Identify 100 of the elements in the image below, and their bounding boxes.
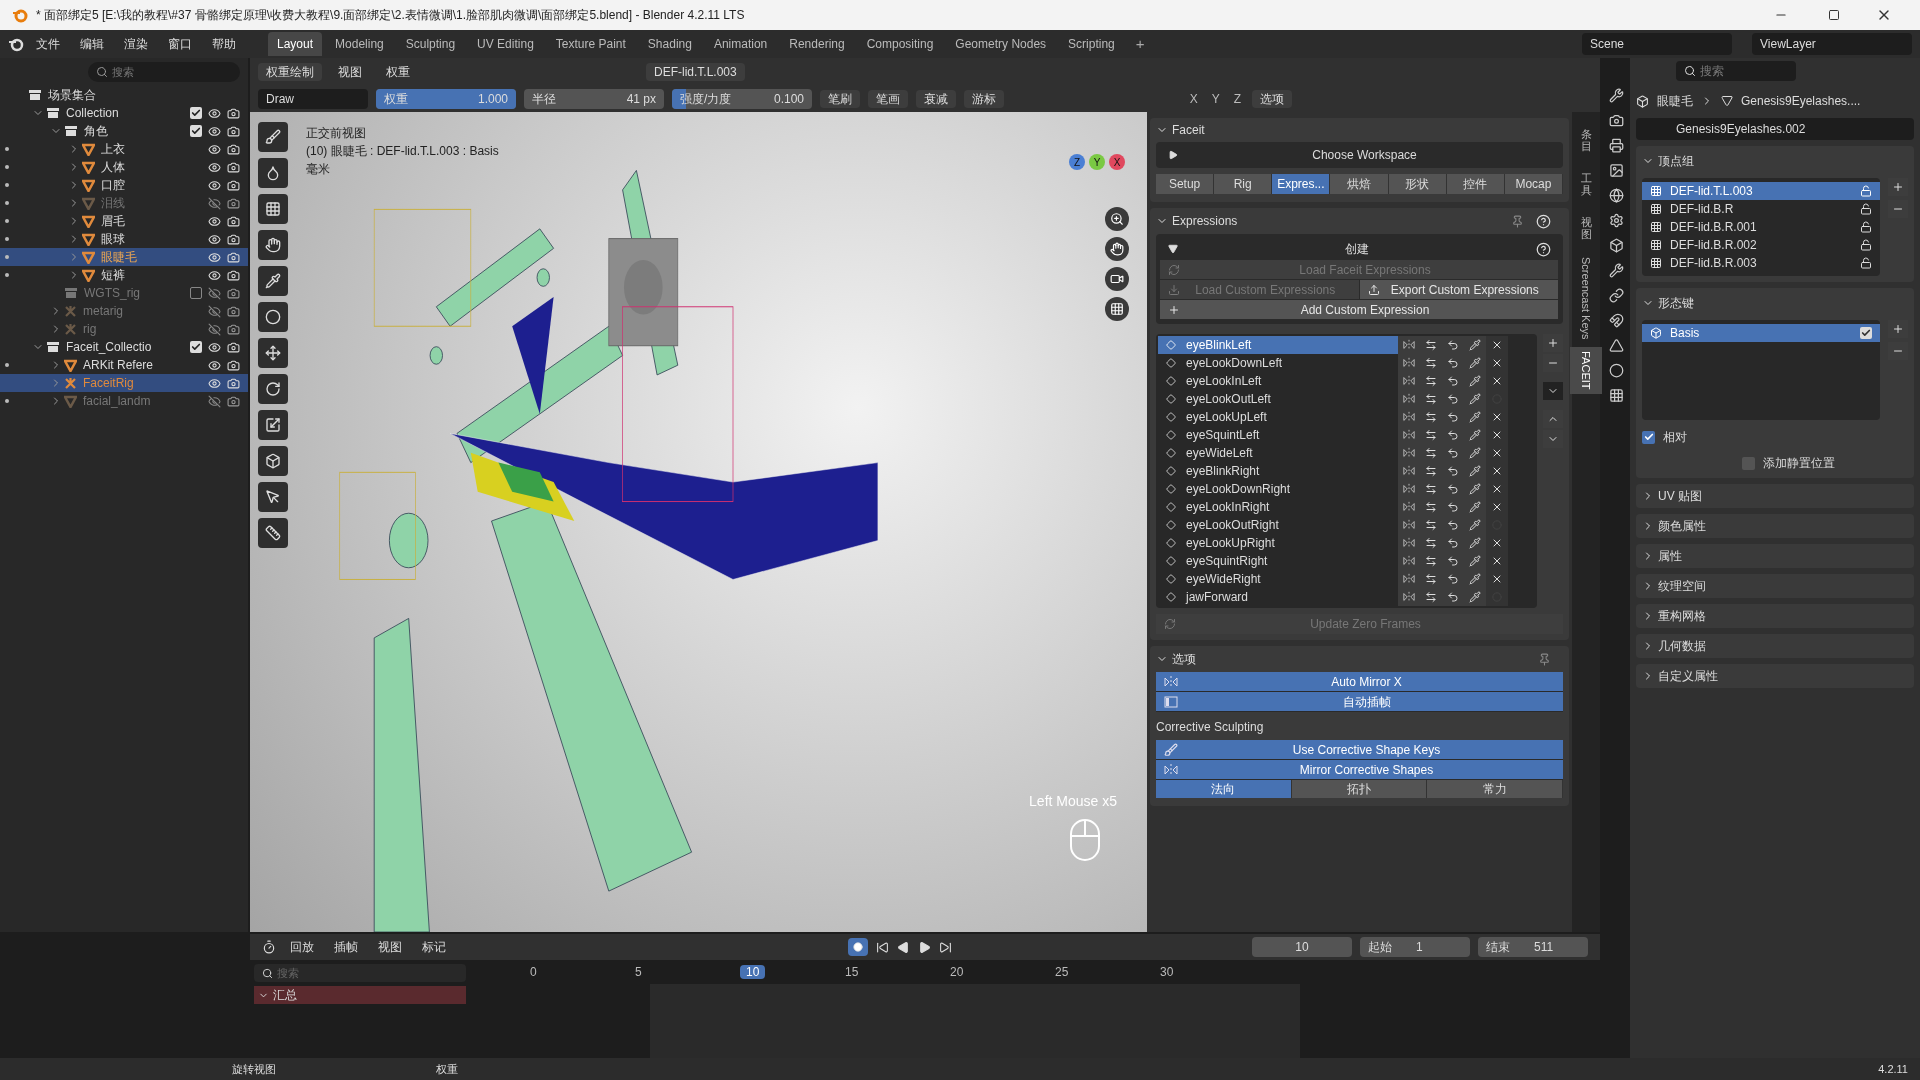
printer-icon[interactable]	[1608, 138, 1624, 153]
camera-icon[interactable]	[227, 268, 240, 282]
menu-dropdown[interactable]: 笔刷	[820, 90, 860, 108]
sidebar-tab[interactable]: 视图	[1577, 208, 1595, 249]
breadcrumb-item[interactable]: 眼睫毛	[1657, 92, 1693, 110]
choose-workspace-button[interactable]: Choose Workspace	[1156, 142, 1563, 168]
workspace-tab[interactable]: Rendering	[780, 32, 854, 56]
mode-tab[interactable]: 拓扑	[1291, 780, 1428, 798]
mode-tab[interactable]: 法向	[1156, 780, 1292, 798]
panel-title[interactable]: 形态键	[1658, 294, 1694, 312]
play-icon[interactable]	[918, 940, 931, 954]
remove-icon[interactable]	[1491, 501, 1503, 513]
panel-title[interactable]: Faceit	[1172, 121, 1205, 139]
checkbox-label[interactable]: 相对	[1663, 428, 1687, 446]
collapsed-panel-header[interactable]: 颜色属性	[1636, 514, 1914, 538]
value-field[interactable]: 半径 41 px	[524, 89, 664, 109]
remove-icon[interactable]	[1491, 465, 1503, 477]
expression-list-item[interactable]: eyeSquintRight	[1158, 552, 1398, 570]
eye-icon[interactable]	[208, 250, 221, 264]
view-layer-selector[interactable]: ViewLayer	[1752, 33, 1912, 55]
axis-toggle[interactable]: Z	[1230, 90, 1244, 108]
workspace-tab[interactable]: Mocap	[1504, 174, 1563, 194]
start-frame-field[interactable]: 起始 1	[1360, 937, 1470, 957]
outliner-label[interactable]: 眼睫毛	[101, 248, 208, 266]
panel-title[interactable]: 顶点组	[1658, 152, 1694, 170]
help-icon[interactable]	[1536, 213, 1551, 229]
menu-item[interactable]: 文件	[28, 35, 68, 53]
nav-button[interactable]	[1105, 207, 1129, 231]
eye-icon[interactable]	[208, 214, 221, 228]
workspace-tab[interactable]: 控件	[1446, 174, 1505, 194]
options-dropdown[interactable]: 选项	[1252, 90, 1292, 108]
dropdown-button[interactable]	[1543, 382, 1563, 400]
eye-closed-icon[interactable]	[208, 394, 221, 408]
outliner-label[interactable]: 眼球	[101, 230, 208, 248]
outliner-row[interactable]: Collection	[0, 104, 248, 122]
workspace-tab[interactable]: 形状	[1388, 174, 1447, 194]
camera-icon[interactable]	[227, 178, 240, 192]
remove-icon[interactable]	[1491, 429, 1503, 441]
eye-icon[interactable]	[208, 376, 221, 390]
tool-button[interactable]	[258, 374, 288, 404]
camera-icon[interactable]	[227, 106, 240, 120]
pin-icon[interactable]	[1538, 652, 1551, 666]
vertex-group-item[interactable]: DEF-lid.B.R.003	[1642, 254, 1880, 272]
tool-button[interactable]	[258, 446, 288, 476]
checkbox[interactable]	[190, 341, 202, 353]
sidebar-tab[interactable]: FACEIT	[1569, 347, 1603, 394]
checkbox[interactable]	[190, 125, 202, 137]
sidebar-tab[interactable]: 工具	[1577, 164, 1595, 205]
outliner-row[interactable]: 角色	[0, 122, 248, 140]
camera-icon[interactable]	[227, 142, 240, 156]
camera-icon[interactable]	[227, 232, 240, 246]
expression-list-item[interactable]: eyeLookDownLeft	[1158, 354, 1398, 372]
workspace-tab[interactable]: UV Editing	[468, 32, 543, 56]
checkbox[interactable]	[1860, 327, 1872, 339]
checkbox[interactable]	[190, 107, 202, 119]
menu-dropdown[interactable]: 视图	[372, 938, 408, 956]
vertex-group-item[interactable]: DEF-lid.B.R.002	[1642, 236, 1880, 254]
toggle-button[interactable]: Auto Mirror X	[1156, 672, 1563, 692]
tool-button[interactable]	[258, 266, 288, 296]
remove-icon[interactable]	[1491, 573, 1503, 585]
menu-dropdown[interactable]: 衰减	[916, 90, 956, 108]
outliner-label[interactable]: 场景集合	[48, 86, 96, 104]
outliner-row[interactable]: 短裤	[0, 266, 248, 284]
camera-icon[interactable]	[227, 196, 240, 210]
camera-icon[interactable]	[227, 160, 240, 174]
camera-icon[interactable]	[227, 124, 240, 138]
vertex-group-item[interactable]: DEF-lid.B.R	[1642, 200, 1880, 218]
outliner-label[interactable]: Collection	[66, 104, 190, 122]
nav-button[interactable]	[1105, 267, 1129, 291]
toggle-button[interactable]: Use Corrective Shape Keys	[1156, 740, 1563, 760]
value-field[interactable]: 强度/力度 0.100	[672, 89, 812, 109]
remove-icon[interactable]	[1491, 411, 1503, 423]
collapsed-panel-header[interactable]: 几何数据	[1636, 634, 1914, 658]
workspace-tab[interactable]: Setup	[1156, 174, 1215, 194]
app-logo-icon[interactable]	[8, 36, 24, 52]
expression-list-item[interactable]: eyeBlinkRight	[1158, 462, 1398, 480]
vertex-group-dropdown[interactable]: DEF-lid.T.L.003	[646, 63, 745, 81]
tool-button[interactable]	[258, 302, 288, 332]
remove-icon[interactable]	[1491, 555, 1503, 567]
tool-button[interactable]	[258, 122, 288, 152]
eye-icon[interactable]	[208, 142, 221, 156]
tool-button[interactable]	[258, 338, 288, 368]
remove-icon[interactable]	[1491, 447, 1503, 459]
expression-list-item[interactable]: jawForward	[1158, 588, 1398, 606]
nav-button[interactable]	[1105, 237, 1129, 261]
tool-button[interactable]	[258, 518, 288, 548]
expression-list-item[interactable]: eyeWideRight	[1158, 570, 1398, 588]
collapsed-panel-header[interactable]: 纹理空间	[1636, 574, 1914, 598]
circle-icon[interactable]	[1608, 363, 1624, 378]
eye-closed-icon[interactable]	[208, 196, 221, 210]
mesh-name-field[interactable]: Genesis9Eyelashes.002	[1636, 118, 1914, 140]
remove-icon[interactable]	[1491, 339, 1503, 351]
menu-dropdown[interactable]: 回放	[284, 938, 320, 956]
outliner-label[interactable]: 角色	[84, 122, 190, 140]
workspace-tab[interactable]: Sculpting	[396, 32, 465, 56]
camera-icon[interactable]	[227, 376, 240, 390]
workspace-tab[interactable]: Animation	[704, 32, 777, 56]
camera-icon[interactable]	[227, 286, 240, 300]
workspace-tab[interactable]: Geometry Nodes	[946, 32, 1056, 56]
outliner-row[interactable]: 人体	[0, 158, 248, 176]
